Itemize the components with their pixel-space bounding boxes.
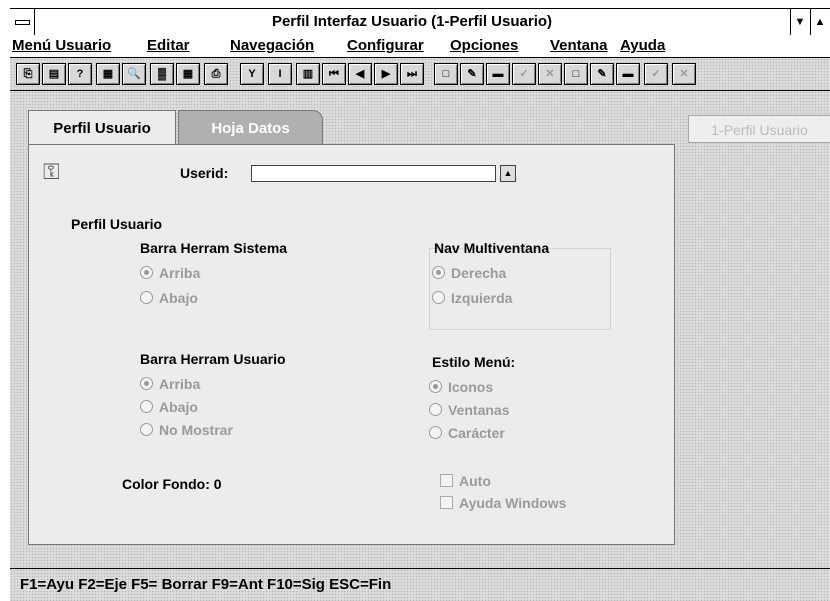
paste-icon[interactable]: ▤ xyxy=(42,63,66,85)
nav-izquierda[interactable]: Izquierda xyxy=(432,290,512,306)
doc-icon[interactable]: ▦ xyxy=(96,63,120,85)
option-label: Izquierda xyxy=(451,290,513,306)
client-area: Perfil Usuario Hoja Datos 1-Perfil Usuar… xyxy=(10,91,830,569)
prev-icon[interactable]: ◀ xyxy=(348,63,372,85)
radio-icon xyxy=(432,291,445,304)
radio-selected-icon xyxy=(432,266,445,279)
barra-usuario-no-mostrar[interactable]: No Mostrar xyxy=(140,422,233,438)
chart-icon[interactable]: ▥ xyxy=(296,63,320,85)
last-icon[interactable]: ⏭ xyxy=(400,63,424,85)
window-title: Perfil Interfaz Usuario (1-Perfil Usuari… xyxy=(271,13,553,30)
first-icon[interactable]: ⏮ xyxy=(322,63,346,85)
radio-icon xyxy=(140,400,153,413)
barra-sistema-title: Barra Herram Sistema xyxy=(140,240,288,256)
menu-configurar[interactable]: Configurar xyxy=(347,37,424,54)
checkbox-label: Auto xyxy=(459,473,491,489)
barra-sistema-abajo[interactable]: Abajo xyxy=(140,290,198,306)
main-window: Perfil Interfaz Usuario (1-Perfil Usuari… xyxy=(10,0,830,601)
next-icon[interactable]: ▶ xyxy=(374,63,398,85)
toolbar: ⎘ ▤ ? ▦ 🔍 ▓ ▦ ⎙ Y I ▥ ⏮ ◀ ▶ ⏭ □ ✎ ▬ ✓ ✕ … xyxy=(10,58,830,91)
radio-selected-icon xyxy=(429,380,442,393)
new-icon[interactable]: □ xyxy=(434,63,458,85)
radio-icon xyxy=(429,426,442,439)
menu-opciones[interactable]: Opciones xyxy=(450,37,518,54)
nav-multiventana-title: Nav Multiventana xyxy=(434,240,550,256)
menu-bar: Menú Usuario Editar Navegación Configura… xyxy=(10,35,830,58)
option-label: Abajo xyxy=(159,290,198,306)
minimize-button[interactable]: ▼ xyxy=(790,9,809,35)
option-label: Abajo xyxy=(159,399,198,415)
option-label: Iconos xyxy=(448,379,494,395)
userid-input[interactable] xyxy=(251,165,496,182)
option-label: Carácter xyxy=(448,425,505,441)
menu-ventana[interactable]: Ventana xyxy=(550,37,608,54)
cancel-icon[interactable]: ✕ xyxy=(538,63,562,85)
barra-usuario-arriba[interactable]: Arriba xyxy=(140,376,200,392)
instance-label[interactable]: 1-Perfil Usuario xyxy=(688,115,830,143)
maximize-button[interactable]: ▲ xyxy=(810,9,829,35)
delete-icon[interactable]: ▬ xyxy=(486,63,510,85)
color-fondo-label: Color Fondo: 0 xyxy=(122,476,222,492)
edit-record-icon[interactable]: ✎ xyxy=(590,63,614,85)
menu-ayuda[interactable]: Ayuda xyxy=(620,37,665,54)
text-icon[interactable]: I xyxy=(268,63,292,85)
section-title: Perfil Usuario xyxy=(71,216,163,232)
option-label: No Mostrar xyxy=(159,422,233,438)
status-bar: F1=Ayu F2=Eje F5= Borrar F9=Ant F10=Sig … xyxy=(10,569,830,601)
status-text: F1=Ayu F2=Eje F5= Borrar F9=Ant F10=Sig … xyxy=(20,576,392,593)
tab-perfil-usuario[interactable]: Perfil Usuario xyxy=(28,110,176,144)
barra-usuario-title: Barra Herram Usuario xyxy=(140,351,286,367)
estilo-iconos[interactable]: Iconos xyxy=(429,379,493,395)
profile-panel: ⚿ Userid: ▲ Perfil Usuario Barra Herram … xyxy=(28,144,675,545)
tab-hoja-datos[interactable]: Hoja Datos xyxy=(178,110,323,144)
checkbox-icon xyxy=(440,474,453,487)
radio-selected-icon xyxy=(140,266,153,279)
table-icon[interactable]: ▦ xyxy=(176,63,200,85)
radio-icon xyxy=(429,403,442,416)
zoom-icon[interactable]: 🔍 xyxy=(122,63,146,85)
checkbox-label: Ayuda Windows xyxy=(459,495,567,511)
filter-icon[interactable]: Y xyxy=(240,63,264,85)
system-menu-icon[interactable] xyxy=(10,9,35,35)
menu-navegacion[interactable]: Navegación xyxy=(230,37,314,54)
grid-icon[interactable]: ▓ xyxy=(150,63,174,85)
new-record-icon[interactable]: □ xyxy=(564,63,588,85)
print-icon[interactable]: ⎙ xyxy=(204,63,228,85)
barra-usuario-abajo[interactable]: Abajo xyxy=(140,399,198,415)
estilo-ventanas[interactable]: Ventanas xyxy=(429,402,509,418)
remove-record-icon[interactable]: ▬ xyxy=(616,63,640,85)
auto-checkbox[interactable]: Auto xyxy=(440,473,491,489)
edit-icon[interactable]: ✎ xyxy=(460,63,484,85)
nav-derecha[interactable]: Derecha xyxy=(432,265,506,281)
radio-icon xyxy=(140,291,153,304)
radio-selected-icon xyxy=(140,377,153,390)
estilo-caracter[interactable]: Carácter xyxy=(429,425,505,441)
key-icon: ⚿ xyxy=(43,159,60,184)
checkbox-icon xyxy=(440,496,453,509)
option-label: Ventanas xyxy=(448,402,510,418)
title-bar: Perfil Interfaz Usuario (1-Perfil Usuari… xyxy=(10,8,830,36)
accept-icon[interactable]: ✓ xyxy=(512,63,536,85)
option-label: Arriba xyxy=(159,376,201,392)
option-label: Derecha xyxy=(451,265,507,281)
radio-icon xyxy=(140,423,153,436)
ayuda-windows-checkbox[interactable]: Ayuda Windows xyxy=(440,495,566,511)
help-cursor-icon[interactable]: ? xyxy=(68,63,92,85)
menu-editar[interactable]: Editar xyxy=(147,37,190,54)
option-label: Arriba xyxy=(159,265,201,281)
userid-lookup-button[interactable]: ▲ xyxy=(500,165,516,182)
nav-group-frame xyxy=(429,248,611,330)
save-icon[interactable]: ✓ xyxy=(644,63,668,85)
undo-icon[interactable]: ✕ xyxy=(672,63,696,85)
userid-label: Userid: xyxy=(180,165,229,181)
barra-sistema-arriba[interactable]: Arriba xyxy=(140,265,200,281)
copy-icon[interactable]: ⎘ xyxy=(16,63,40,85)
estilo-menu-title: Estilo Menú: xyxy=(432,354,516,370)
menu-usuario[interactable]: Menú Usuario xyxy=(12,37,111,54)
